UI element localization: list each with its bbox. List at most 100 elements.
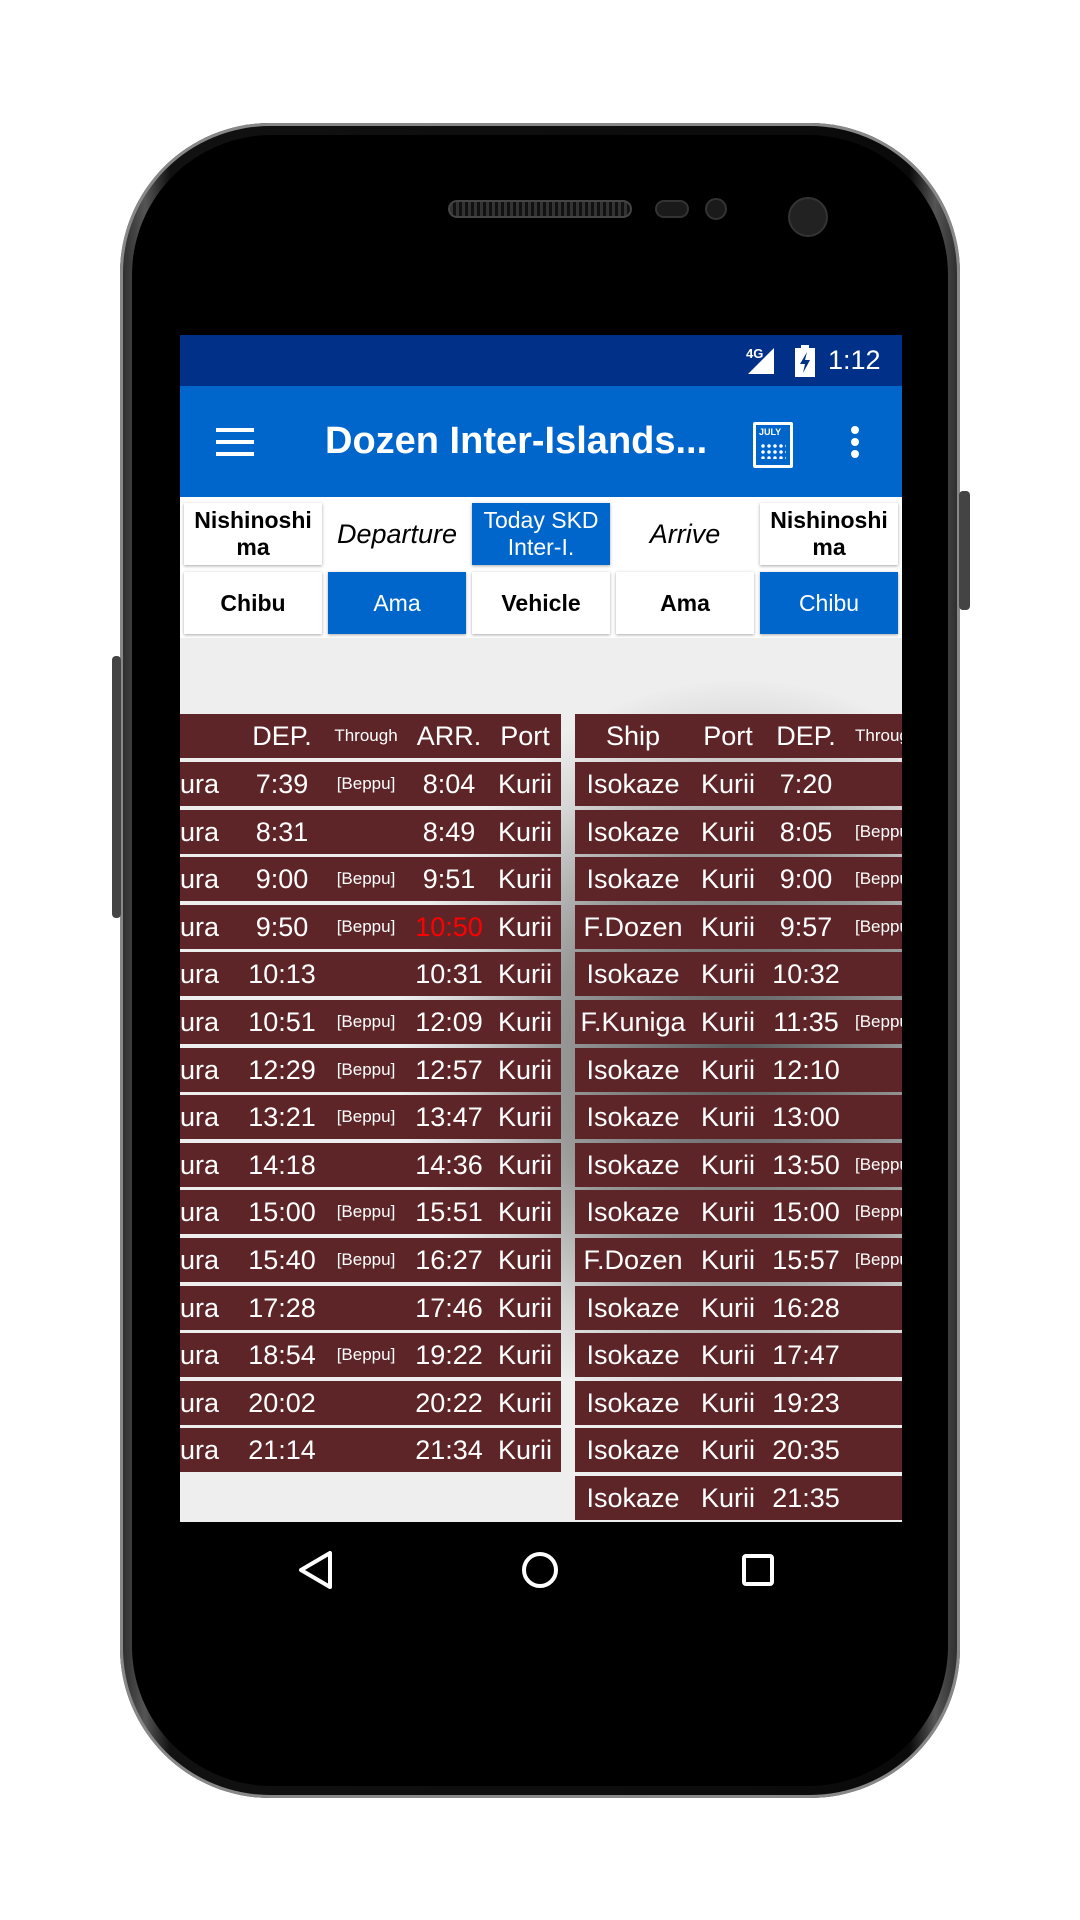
- table-row[interactable]: F.Dozen Kurii 9:57 [Beppu]: [575, 904, 902, 949]
- cell-arr-port: Kurii: [497, 769, 553, 799]
- cell-port: Hishiura: [180, 1054, 220, 1085]
- selector-top-0[interactable]: Nishinoshi ma: [184, 503, 322, 565]
- cell-port: Kurii: [700, 864, 756, 895]
- table-row[interactable]: Hishiura 15:00 [Beppu] 15:51 Kurii: [180, 1190, 561, 1235]
- table-header[interactable]: PortDEP.ThroughARR.Port: [180, 714, 561, 758]
- selector-bottom-1[interactable]: Ama: [328, 572, 466, 634]
- table-row[interactable]: Hishiura 9:50 [Beppu] 10:50 Kurii: [180, 904, 561, 949]
- table-row[interactable]: Hishiura 12:29 [Beppu] 12:57 Kurii: [180, 1047, 561, 1092]
- cell-through: [Beppu]: [855, 1154, 902, 1174]
- cell-dep: 17:28: [248, 1292, 316, 1323]
- table-row[interactable]: Hishiura 21:14 21:34 Kurii: [180, 1428, 561, 1473]
- cell-ship: F.Dozen: [583, 911, 683, 942]
- return-timetable[interactable]: ShipPortDEP.ThroughIsokazeKurii7:20Isoka…: [575, 714, 902, 1522]
- cell-dep: 13:50: [772, 1149, 840, 1180]
- cell-arr-port: Kurii: [497, 1102, 553, 1133]
- cell-through: [Beppu]: [336, 1250, 396, 1269]
- table-row[interactable]: Isokaze Kurii 7:20: [575, 762, 902, 806]
- table-row[interactable]: Hishiura 9:00 [Beppu] 9:51 Kurii: [180, 857, 561, 902]
- cell-port: Kurii: [700, 1292, 756, 1323]
- cell-port: Hishiura: [180, 1102, 220, 1133]
- app-title: Dozen Inter-Islands...: [325, 420, 708, 462]
- table-row[interactable]: Isokaze Kurii 16:28: [575, 1285, 902, 1330]
- clock: 1:12: [828, 345, 881, 375]
- cell-port: Hishiura: [180, 1149, 220, 1180]
- table-row[interactable]: Isokaze Kurii 15:00 [Beppu]: [575, 1190, 902, 1235]
- cell-port: Hishiura: [180, 1435, 220, 1466]
- cell-dep: DEP.: [252, 721, 312, 751]
- table-row[interactable]: Isokaze Kurii 19:23: [575, 1380, 902, 1425]
- table-row[interactable]: Isokaze Kurii 10:32: [575, 952, 902, 997]
- table-row[interactable]: Isokaze Kurii 8:05 [Beppu]: [575, 809, 902, 854]
- departure-timetable[interactable]: PortDEP.ThroughARR.PortHishiura7:39[Bepp…: [180, 714, 561, 1484]
- table-row[interactable]: F.Dozen Kurii 15:57 [Beppu]: [575, 1238, 902, 1282]
- selector-top-2[interactable]: Today SKD Inter-I.: [472, 503, 610, 565]
- cell-port: Kurii: [700, 1149, 756, 1180]
- cell-dep: 10:13: [248, 959, 316, 990]
- cell-port: Hishiura: [180, 1340, 220, 1371]
- calendar-icon[interactable]: JULY: [753, 422, 793, 468]
- cell-port: Kurii: [700, 1007, 756, 1037]
- table-row[interactable]: Hishiura 20:02 20:22 Kurii: [180, 1380, 561, 1425]
- cell-port: Kurii: [700, 1387, 756, 1418]
- selector-top-3[interactable]: Arrive: [616, 503, 754, 565]
- cell-ship: Isokaze: [586, 959, 680, 990]
- cell-dep: 17:47: [772, 1340, 840, 1371]
- cell-dep: 9:00: [779, 864, 833, 895]
- table-row[interactable]: Hishiura 17:28 17:46 Kurii: [180, 1285, 561, 1330]
- table-row[interactable]: Hishiura 7:39 [Beppu] 8:04 Kurii: [180, 762, 561, 806]
- table-row[interactable]: Hishiura 10:51 [Beppu] 12:09 Kurii: [180, 1000, 561, 1044]
- cell-through: Through: [855, 726, 902, 745]
- home-icon[interactable]: [520, 1550, 560, 1590]
- cell-port: Kurii: [700, 1054, 756, 1085]
- cell-through: [Beppu]: [855, 821, 902, 841]
- cell-port: Kurii: [700, 959, 756, 990]
- table-row[interactable]: Hishiura 15:40 [Beppu] 16:27 Kurii: [180, 1238, 561, 1282]
- selector-bottom-2[interactable]: Vehicle: [472, 572, 610, 634]
- cell-ship: Isokaze: [586, 1054, 680, 1085]
- table-row[interactable]: Hishiura 8:31 8:49 Kurii: [180, 809, 561, 854]
- cell-ship: Isokaze: [586, 864, 680, 895]
- recents-icon[interactable]: [740, 1552, 776, 1588]
- cell-arr-port: Kurii: [497, 1435, 553, 1466]
- table-row[interactable]: Isokaze Kurii 20:35: [575, 1428, 902, 1473]
- table-row[interactable]: Hishiura 18:54 [Beppu] 19:22 Kurii: [180, 1333, 561, 1378]
- table-row[interactable]: Isokaze Kurii 12:10: [575, 1047, 902, 1092]
- cell-ship: F.Kuniga: [580, 1007, 686, 1037]
- cell-through: [Beppu]: [336, 916, 396, 936]
- calendar-dots: [760, 443, 786, 459]
- table-row[interactable]: Isokaze Kurii 9:00 [Beppu]: [575, 857, 902, 902]
- table-row[interactable]: Isokaze Kurii 21:35: [575, 1476, 902, 1520]
- cell-through: [Beppu]: [336, 1059, 396, 1079]
- cell-port: Hishiura: [180, 959, 220, 990]
- table-row[interactable]: Hishiura 10:13 10:31 Kurii: [180, 952, 561, 997]
- selector-bottom-4[interactable]: Chibu: [760, 572, 898, 634]
- cell-arr: 10:31: [415, 959, 483, 990]
- cell-arr-port: Kurii: [497, 1340, 553, 1371]
- cell-arr-port: Kurii: [497, 1387, 553, 1418]
- selector-top-1[interactable]: Departure: [328, 503, 466, 565]
- selector-bottom-3[interactable]: Ama: [616, 572, 754, 634]
- table-row[interactable]: Hishiura 14:18 14:36 Kurii: [180, 1142, 561, 1187]
- table-row[interactable]: Isokaze Kurii 13:50 [Beppu]: [575, 1142, 902, 1187]
- cell-ship: Isokaze: [586, 816, 680, 847]
- selector-top-4[interactable]: Nishinoshi ma: [760, 503, 898, 565]
- table-row[interactable]: Hishiura 13:21 [Beppu] 13:47 Kurii: [180, 1095, 561, 1140]
- table-row[interactable]: Isokaze Kurii 17:47: [575, 1333, 902, 1378]
- cell-dep: 15:00: [248, 1197, 316, 1228]
- table-row[interactable]: Isokaze Kurii 13:00: [575, 1095, 902, 1140]
- cell-dep: 10:32: [772, 959, 840, 990]
- back-icon[interactable]: [297, 1550, 333, 1590]
- table-row[interactable]: F.Kuniga Kurii 11:35 [Beppu]: [575, 1000, 902, 1044]
- cell-arr: 12:57: [415, 1054, 483, 1085]
- cell-ship: Isokaze: [586, 1149, 680, 1180]
- selector-bottom-0[interactable]: Chibu: [184, 572, 322, 634]
- cell-arr: 8:04: [422, 769, 476, 799]
- cell-arr: 8:49: [422, 816, 476, 847]
- battery-charging-icon: [795, 345, 815, 377]
- more-options-icon[interactable]: [850, 426, 860, 458]
- table-header[interactable]: Ship Port DEP. Through: [575, 714, 902, 758]
- cell-ship: F.Dozen: [583, 1245, 683, 1275]
- menu-icon[interactable]: [216, 428, 254, 456]
- cell-dep: 12:10: [772, 1054, 840, 1085]
